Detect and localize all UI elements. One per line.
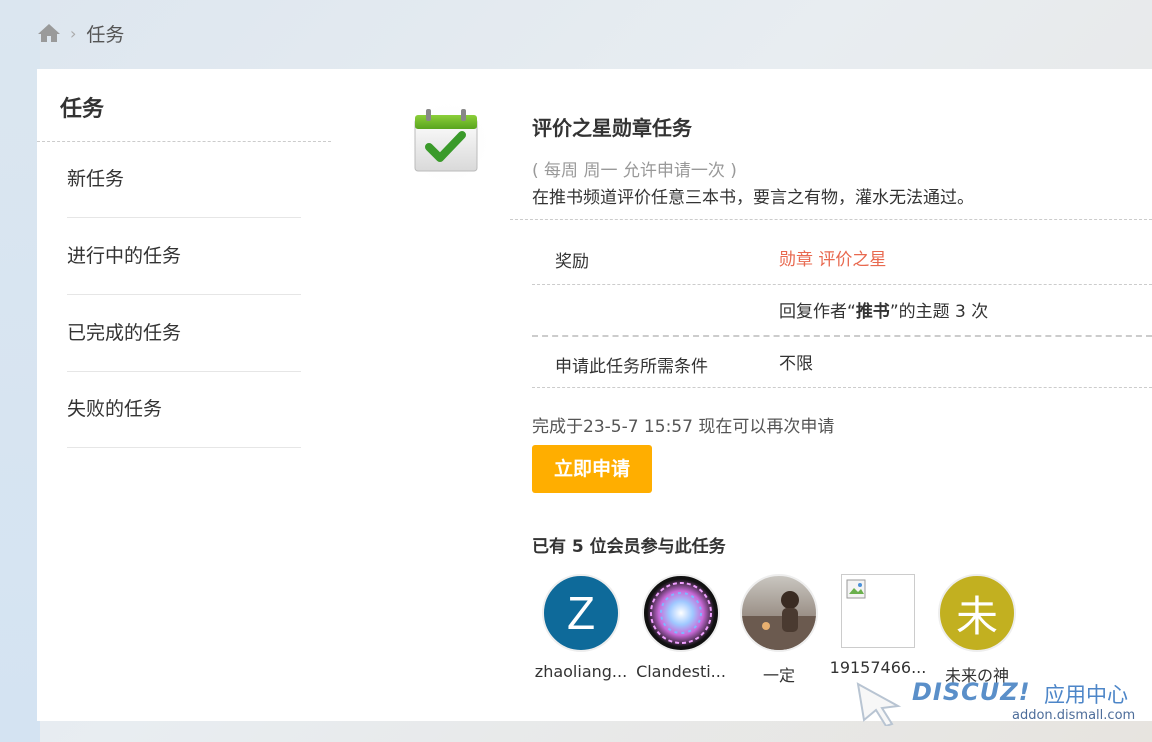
reward-label: 奖励 <box>555 252 589 272</box>
sidebar-title: 任务 <box>60 97 105 122</box>
divider <box>510 219 1152 220</box>
reward-value[interactable]: 勋章 评价之星 <box>779 245 886 270</box>
watermark: DISCUZ! 应用中心 addon.dismall.com <box>852 676 1152 736</box>
breadcrumb-current[interactable]: 任务 <box>86 20 124 47</box>
calendar-check-icon <box>402 97 494 189</box>
watermark-title: 应用中心 <box>1044 683 1128 707</box>
watermark-url: addon.dismall.com <box>1012 708 1136 723</box>
photo-avatar[interactable] <box>740 574 818 652</box>
sidebar-item-failed-tasks[interactable]: 失败的任务 <box>67 371 301 448</box>
member-item[interactable]: Clandesti... <box>631 574 731 681</box>
condition-value: 不限 <box>779 354 813 374</box>
sidebar-item-in-progress-tasks[interactable]: 进行中的任务 <box>67 218 301 295</box>
home-icon[interactable] <box>36 22 62 44</box>
task-title: 评价之星勋章任务 <box>532 116 692 140</box>
member-item[interactable]: 未 未来の神 <box>927 574 1027 686</box>
member-name[interactable]: 一定 <box>729 662 829 686</box>
letter-avatar[interactable]: 未 <box>938 574 1016 652</box>
divider <box>532 335 1152 337</box>
breadcrumb: › 任务 <box>36 20 124 46</box>
page-background-left <box>0 0 40 742</box>
broken-image-icon[interactable] <box>841 574 915 648</box>
member-name[interactable]: zhaoliang... <box>531 662 631 681</box>
participants-title: 已有 5 位会员参与此任务 <box>532 537 726 557</box>
task-period: ( 每周 周一 允许申请一次 ) <box>532 161 737 181</box>
divider <box>532 284 1152 285</box>
task-description: 在推书频道评价任意三本书，要言之有物，灌水无法通过。 <box>532 188 974 208</box>
sidebar-item-new-tasks[interactable]: 新任务 <box>67 141 301 218</box>
divider <box>532 387 1152 388</box>
member-name[interactable]: Clandesti... <box>631 662 731 681</box>
completion-status: 完成于23-5-7 15:57 现在可以再次申请 <box>532 417 835 437</box>
galaxy-avatar[interactable] <box>642 574 720 652</box>
requirement-text: 回复作者“推书”的主题 3 次 <box>779 302 989 322</box>
member-name[interactable]: 19157466... <box>828 658 928 677</box>
member-item[interactable]: 一定 <box>729 574 829 686</box>
discuz-logo: DISCUZ! <box>912 678 1031 706</box>
letter-z-avatar[interactable]: Z <box>542 574 620 652</box>
cursor-arrow-icon <box>856 682 902 726</box>
member-item[interactable]: 19157466... <box>828 574 928 677</box>
breadcrumb-separator: › <box>70 23 77 43</box>
apply-button[interactable]: 立即申请 <box>532 445 652 493</box>
sidebar-item-completed-tasks[interactable]: 已完成的任务 <box>67 295 301 372</box>
main-panel: 任务 新任务 进行中的任务 已完成的任务 失败的任务 评价之星勋章任务 (每周… <box>37 69 1152 721</box>
condition-label: 申请此任务所需条件 <box>555 357 708 377</box>
requirement-author-link[interactable]: 推书 <box>856 302 890 322</box>
member-item[interactable]: Z zhaoliang... <box>531 574 631 681</box>
